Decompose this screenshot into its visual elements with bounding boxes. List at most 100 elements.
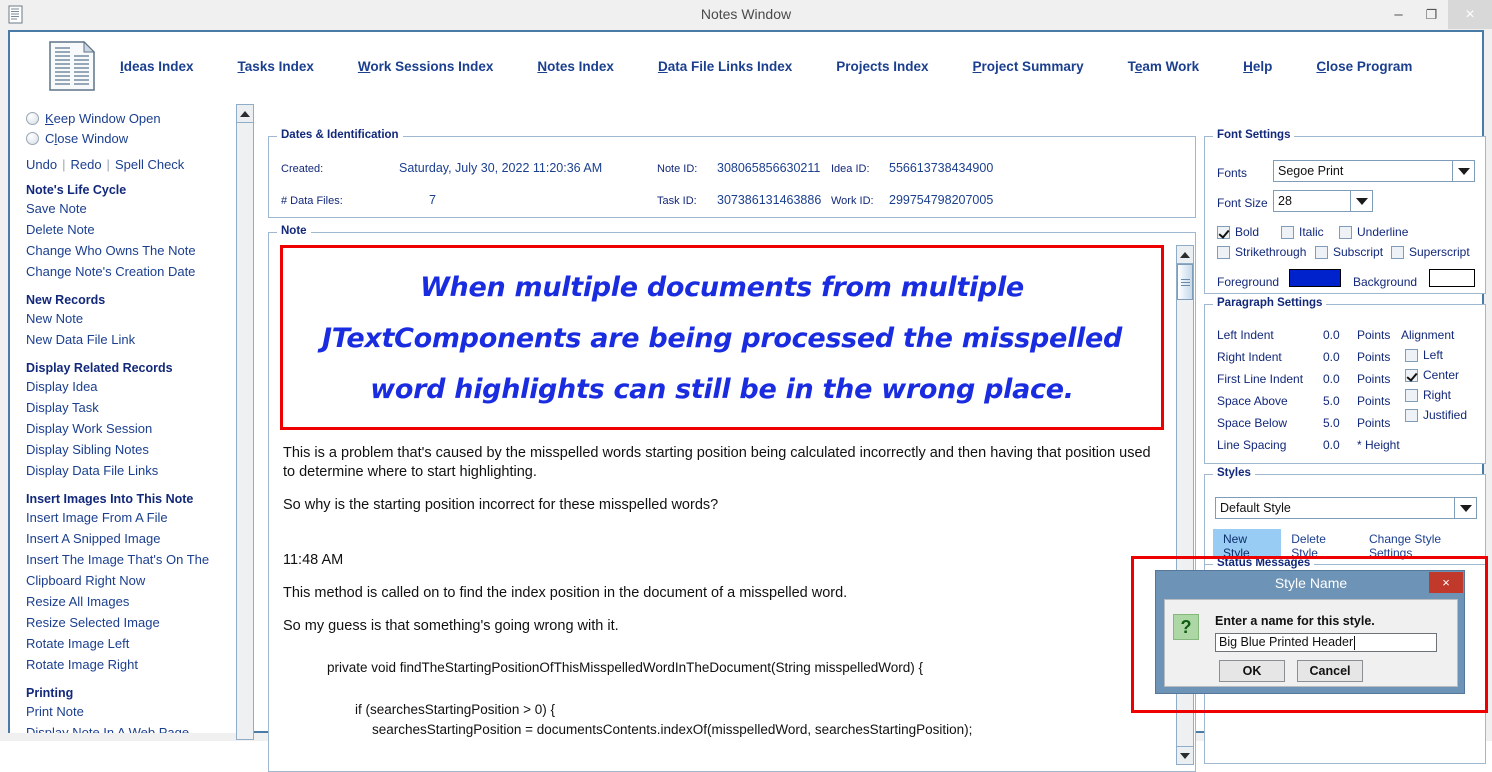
- checkbox-italic[interactable]: Italic: [1281, 225, 1324, 239]
- menu-item-work-sessions-index[interactable]: Work Sessions Index: [358, 59, 494, 74]
- para-value-line-spacing[interactable]: 0.0: [1323, 438, 1340, 452]
- sidebar-item-change-who-owns-the-note[interactable]: Change Who Owns The Note: [26, 240, 216, 261]
- left-sidebar: Keep Window Open Close Window Undo | Redo | Sp…: [10, 100, 238, 733]
- style-name-input[interactable]: Big Blue Printed Header: [1215, 633, 1437, 652]
- fonts-label: Fonts: [1217, 166, 1248, 180]
- note-styled-header[interactable]: When multiple documents from multiple JT…: [280, 245, 1164, 430]
- checkbox-icon[interactable]: [1217, 225, 1230, 239]
- note-paragraph: This method is called on to find the ind…: [283, 585, 848, 601]
- menu-item-projects-index[interactable]: Projects Index: [836, 59, 928, 74]
- sidebar-item-print-note[interactable]: Print Note: [26, 701, 216, 722]
- sidebar-item-resize-all-images[interactable]: Resize All Images: [26, 591, 216, 612]
- checkbox-icon[interactable]: [1405, 388, 1418, 402]
- radio-label: Keep Window Open: [45, 110, 161, 126]
- sidebar-vertical-scrollbar[interactable]: [236, 104, 254, 740]
- sidebar-item-resize-selected-image[interactable]: Resize Selected Image: [26, 612, 216, 633]
- sidebar-item-insert-the-image-that-s-on-the-clipboard-right-now[interactable]: Insert The Image That's On The Clipboard…: [26, 549, 216, 591]
- sidebar-item-new-note[interactable]: New Note: [26, 308, 216, 329]
- chevron-down-icon[interactable]: [1350, 191, 1372, 211]
- checkbox-strikethrough[interactable]: Strikethrough: [1217, 245, 1306, 259]
- divider: |: [106, 157, 110, 172]
- note-paragraph: So why is the starting position incorrec…: [283, 497, 719, 513]
- alignment-right[interactable]: Right: [1405, 388, 1451, 402]
- sidebar-item-save-note[interactable]: Save Note: [26, 198, 216, 219]
- radio-icon[interactable]: [26, 131, 39, 145]
- background-color-swatch[interactable]: [1429, 269, 1475, 287]
- sidebar-item-change-note-s-creation-date[interactable]: Change Note's Creation Date: [26, 261, 216, 282]
- maximize-button[interactable]: ❐: [1415, 0, 1448, 29]
- alignment-left[interactable]: Left: [1405, 348, 1443, 362]
- scrollbar-thumb[interactable]: [1177, 264, 1193, 300]
- background-label: Background: [1353, 275, 1418, 289]
- checkbox-icon[interactable]: [1405, 408, 1418, 422]
- chevron-down-icon[interactable]: [1452, 161, 1474, 181]
- chevron-down-icon[interactable]: [1454, 498, 1476, 518]
- scroll-down-button[interactable]: [1177, 746, 1193, 764]
- note-id-label: Note ID:: [657, 163, 698, 175]
- checkbox-icon[interactable]: [1281, 225, 1294, 239]
- checkbox-icon[interactable]: [1405, 368, 1418, 382]
- para-value-right-indent[interactable]: 0.0: [1323, 350, 1340, 364]
- sidebar-item-display-idea[interactable]: Display Idea: [26, 376, 216, 397]
- radio-close-window[interactable]: Close Window: [26, 128, 238, 148]
- checkbox-superscript[interactable]: Superscript: [1391, 245, 1470, 259]
- checkbox-icon[interactable]: [1339, 225, 1352, 239]
- minimize-button[interactable]: –: [1382, 0, 1415, 29]
- radio-icon[interactable]: [26, 111, 39, 125]
- sidebar-item-rotate-image-left[interactable]: Rotate Image Left: [26, 633, 216, 654]
- para-value-left-indent[interactable]: 0.0: [1323, 328, 1340, 342]
- menu-item-project-summary[interactable]: Project Summary: [973, 59, 1084, 74]
- checkbox-icon[interactable]: [1315, 245, 1328, 259]
- sidebar-item-rotate-image-right[interactable]: Rotate Image Right: [26, 654, 216, 675]
- para-label-space-above: Space Above: [1217, 394, 1288, 408]
- checkbox-underline[interactable]: Underline: [1339, 225, 1408, 239]
- sidebar-item-display-sibling-notes[interactable]: Display Sibling Notes: [26, 439, 216, 460]
- checkbox-subscript[interactable]: Subscript: [1315, 245, 1383, 259]
- font-family-combobox[interactable]: Segoe Print: [1273, 160, 1475, 182]
- alignment-center[interactable]: Center: [1405, 368, 1459, 382]
- sidebar-item-new-data-file-link[interactable]: New Data File Link: [26, 329, 216, 350]
- ok-button[interactable]: OK: [1219, 660, 1285, 682]
- checkbox-icon[interactable]: [1391, 245, 1404, 259]
- menu-item-tasks-index[interactable]: Tasks Index: [238, 59, 314, 74]
- para-value-space-below[interactable]: 5.0: [1323, 416, 1340, 430]
- style-combobox[interactable]: Default Style: [1215, 497, 1477, 519]
- sidebar-item-display-work-session[interactable]: Display Work Session: [26, 418, 216, 439]
- menu-item-help[interactable]: Help: [1243, 59, 1272, 74]
- sidebar-item-delete-note[interactable]: Delete Note: [26, 219, 216, 240]
- sidebar-item-insert-image-from-a-file[interactable]: Insert Image From A File: [26, 507, 216, 528]
- para-value-first-line-indent[interactable]: 0.0: [1323, 372, 1340, 386]
- menu-item-close-program[interactable]: Close Program: [1316, 59, 1412, 74]
- sidebar-item-display-note-in-a-web-page[interactable]: Display Note In A Web Page: [26, 722, 216, 733]
- radio-keep-window-open[interactable]: Keep Window Open: [26, 108, 238, 128]
- close-button[interactable]: ×: [1448, 0, 1492, 29]
- tool-undo[interactable]: Undo: [26, 157, 57, 172]
- sidebar-item-display-data-file-links[interactable]: Display Data File Links: [26, 460, 216, 481]
- menu-item-notes-index[interactable]: Notes Index: [537, 59, 614, 74]
- data-files-value: 7: [429, 193, 436, 207]
- foreground-color-swatch[interactable]: [1289, 269, 1341, 287]
- checkbox-icon[interactable]: [1405, 348, 1418, 362]
- scroll-up-button[interactable]: [1177, 246, 1193, 264]
- menu-item-team-work[interactable]: Team Work: [1128, 59, 1200, 74]
- cancel-button[interactable]: Cancel: [1297, 660, 1363, 682]
- sidebar-item-display-task[interactable]: Display Task: [26, 397, 216, 418]
- tool-redo[interactable]: Redo: [70, 157, 101, 172]
- para-value-space-above[interactable]: 5.0: [1323, 394, 1340, 408]
- checkbox-icon[interactable]: [1217, 245, 1230, 259]
- checkbox-bold[interactable]: Bold: [1217, 225, 1259, 239]
- note-editor[interactable]: When multiple documents from multiple JT…: [280, 245, 1164, 765]
- paragraph-settings-group: Paragraph Settings Left Indent 0.0 Points R…: [1204, 297, 1486, 464]
- note-spacer: [280, 515, 1164, 537]
- dialog-close-icon[interactable]: ×: [1429, 572, 1463, 593]
- sidebar-item-insert-a-snipped-image[interactable]: Insert A Snipped Image: [26, 528, 216, 549]
- menu-item-ideas-index[interactable]: Ideas Index: [120, 59, 194, 74]
- alignment-justified[interactable]: Justified: [1405, 408, 1467, 422]
- note-paragraph: This is a problem that's caused by the m…: [283, 445, 1151, 480]
- sidebar-scroll-up-button[interactable]: [237, 105, 253, 123]
- note-code-line: if (searchesStartingPosition > 0) {: [355, 702, 555, 717]
- checkbox-label: Strikethrough: [1235, 245, 1307, 259]
- menu-item-data-file-links-index[interactable]: Data File Links Index: [658, 59, 792, 74]
- tool-spell-check[interactable]: Spell Check: [115, 157, 184, 172]
- font-size-combobox[interactable]: 28: [1273, 190, 1373, 212]
